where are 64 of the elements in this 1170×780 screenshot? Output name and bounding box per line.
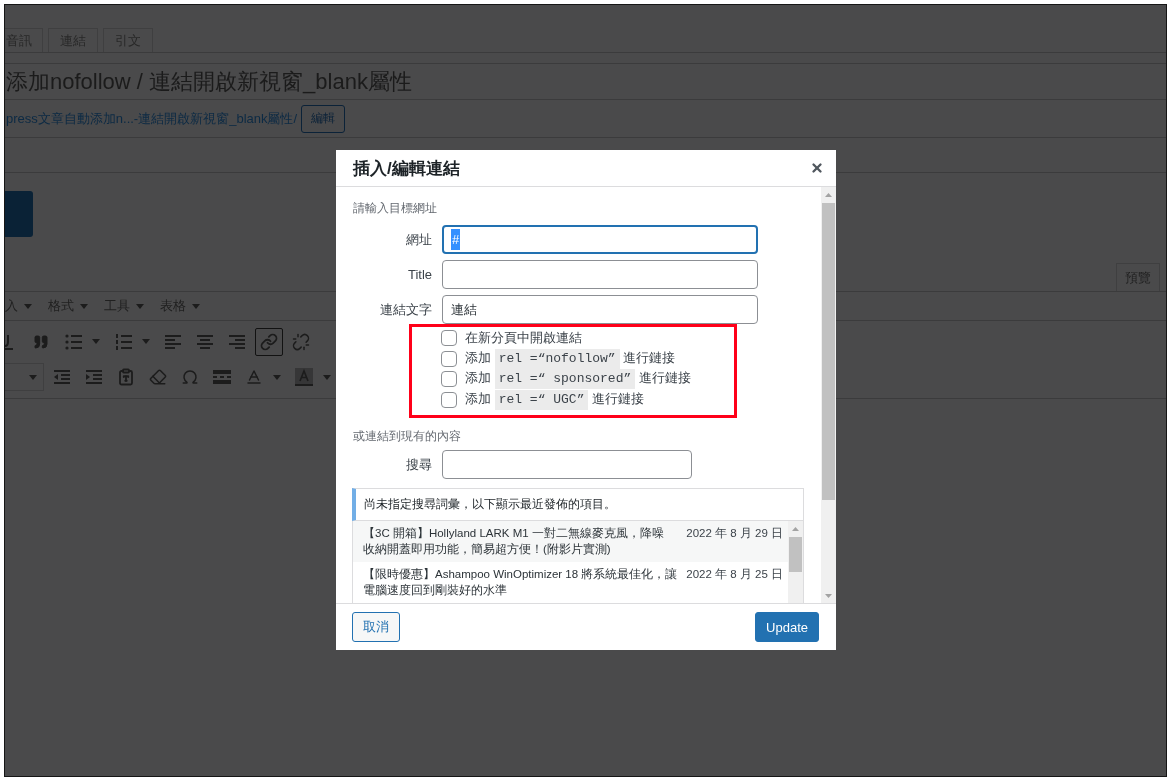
update-button[interactable]: Update — [755, 612, 819, 642]
scroll-down-arrow-icon[interactable] — [825, 594, 832, 598]
caret-icon — [24, 303, 32, 309]
dialog-title: 插入/編輯連結 — [353, 157, 460, 180]
scroll-up-arrow-icon[interactable] — [792, 527, 799, 531]
notice-message: 尚未指定搜尋詞彙，以下顯示最近發佈的項目。 — [352, 488, 804, 521]
select-field[interactable] — [5, 363, 44, 392]
omega-icon[interactable] — [181, 368, 199, 387]
caret-icon[interactable] — [92, 339, 100, 345]
section-heading: 或連結到現有的內容 — [353, 428, 461, 444]
title-field[interactable] — [442, 260, 758, 289]
option-label: 添加 rel =“nofollow” 進行鏈接 — [465, 348, 676, 369]
align-right-icon[interactable] — [228, 332, 246, 351]
quote-icon[interactable] — [33, 333, 49, 350]
field-label: Title — [406, 267, 433, 282]
field-label: 搜尋 — [405, 455, 433, 474]
link-icon — [260, 332, 278, 351]
clipboard-icon[interactable] — [117, 368, 135, 387]
result-title: 【3C 開箱】Hollyland LARK M1 一對二無線麥克風，降噪 收納開蓋即用功能，簡易超方便！(附影片實測) — [363, 526, 664, 557]
scrollbar[interactable] — [821, 187, 836, 603]
checkbox[interactable] — [441, 350, 457, 367]
caret-icon — [192, 303, 200, 309]
checkbox[interactable] — [441, 330, 457, 347]
option-label: 添加 rel =“ UGC” 進行鏈接 — [465, 389, 645, 410]
checkbox[interactable] — [441, 371, 457, 388]
scrollbar-thumb[interactable] — [789, 537, 802, 572]
close-icon[interactable] — [810, 161, 824, 175]
unlink-icon[interactable] — [292, 332, 310, 351]
underline-icon[interactable] — [5, 333, 13, 350]
result-date: 2022 年 8 月 25 日 — [686, 567, 783, 582]
search-field[interactable] — [442, 450, 692, 479]
checkbox[interactable] — [441, 391, 457, 408]
align-left-icon[interactable] — [164, 332, 182, 351]
result-item[interactable]: 【3C 開箱】Hollyland LARK M1 一對二無線麥克風，降噪 收納開蓋即用功能，簡易超方便！(附影片實測) 2022 年 8 月 29 日 — [353, 521, 788, 562]
option-label: 在新分頁中開啟連結 — [465, 329, 582, 348]
field-label: 連結文字 — [379, 300, 433, 319]
align-center-icon[interactable] — [196, 332, 214, 351]
result-date: 2022 年 8 月 29 日 — [686, 526, 783, 541]
text-color-icon[interactable] — [245, 368, 263, 387]
scroll-up-arrow-icon[interactable] — [825, 193, 832, 197]
result-title: 【限時優惠】Ashampoo WinOptimizer 18 將系統最佳化，讓 電腦速度回到剛裝好的水準 — [363, 567, 678, 598]
caret-icon — [136, 303, 144, 309]
caret-icon[interactable] — [323, 374, 331, 380]
caret-icon — [80, 303, 88, 309]
option-label: 添加 rel =“ sponsored” 進行鏈接 — [465, 369, 691, 390]
background-color-icon[interactable] — [295, 368, 313, 387]
selected-text: # — [451, 229, 461, 250]
outdent-icon[interactable] — [54, 370, 70, 385]
caret-icon[interactable] — [273, 374, 281, 380]
scrollbar[interactable] — [788, 521, 803, 603]
numbered-list-icon[interactable] — [114, 333, 132, 350]
indent-icon[interactable] — [86, 370, 102, 385]
url-field[interactable]: # — [442, 225, 758, 254]
field-label: 網址 — [405, 230, 433, 249]
scrollbar-thumb[interactable] — [822, 203, 835, 500]
caret-icon[interactable] — [142, 339, 150, 345]
eraser-icon[interactable] — [149, 368, 167, 387]
link-button[interactable] — [255, 327, 283, 356]
caret-icon — [29, 374, 37, 380]
bullet-list-icon[interactable] — [64, 333, 82, 350]
cancel-button[interactable]: 取消 — [352, 612, 400, 642]
section-heading: 請輸入目標網址 — [353, 200, 437, 216]
horizontal-line-icon[interactable] — [213, 370, 231, 385]
link-text-field[interactable]: 連結 — [442, 295, 758, 324]
